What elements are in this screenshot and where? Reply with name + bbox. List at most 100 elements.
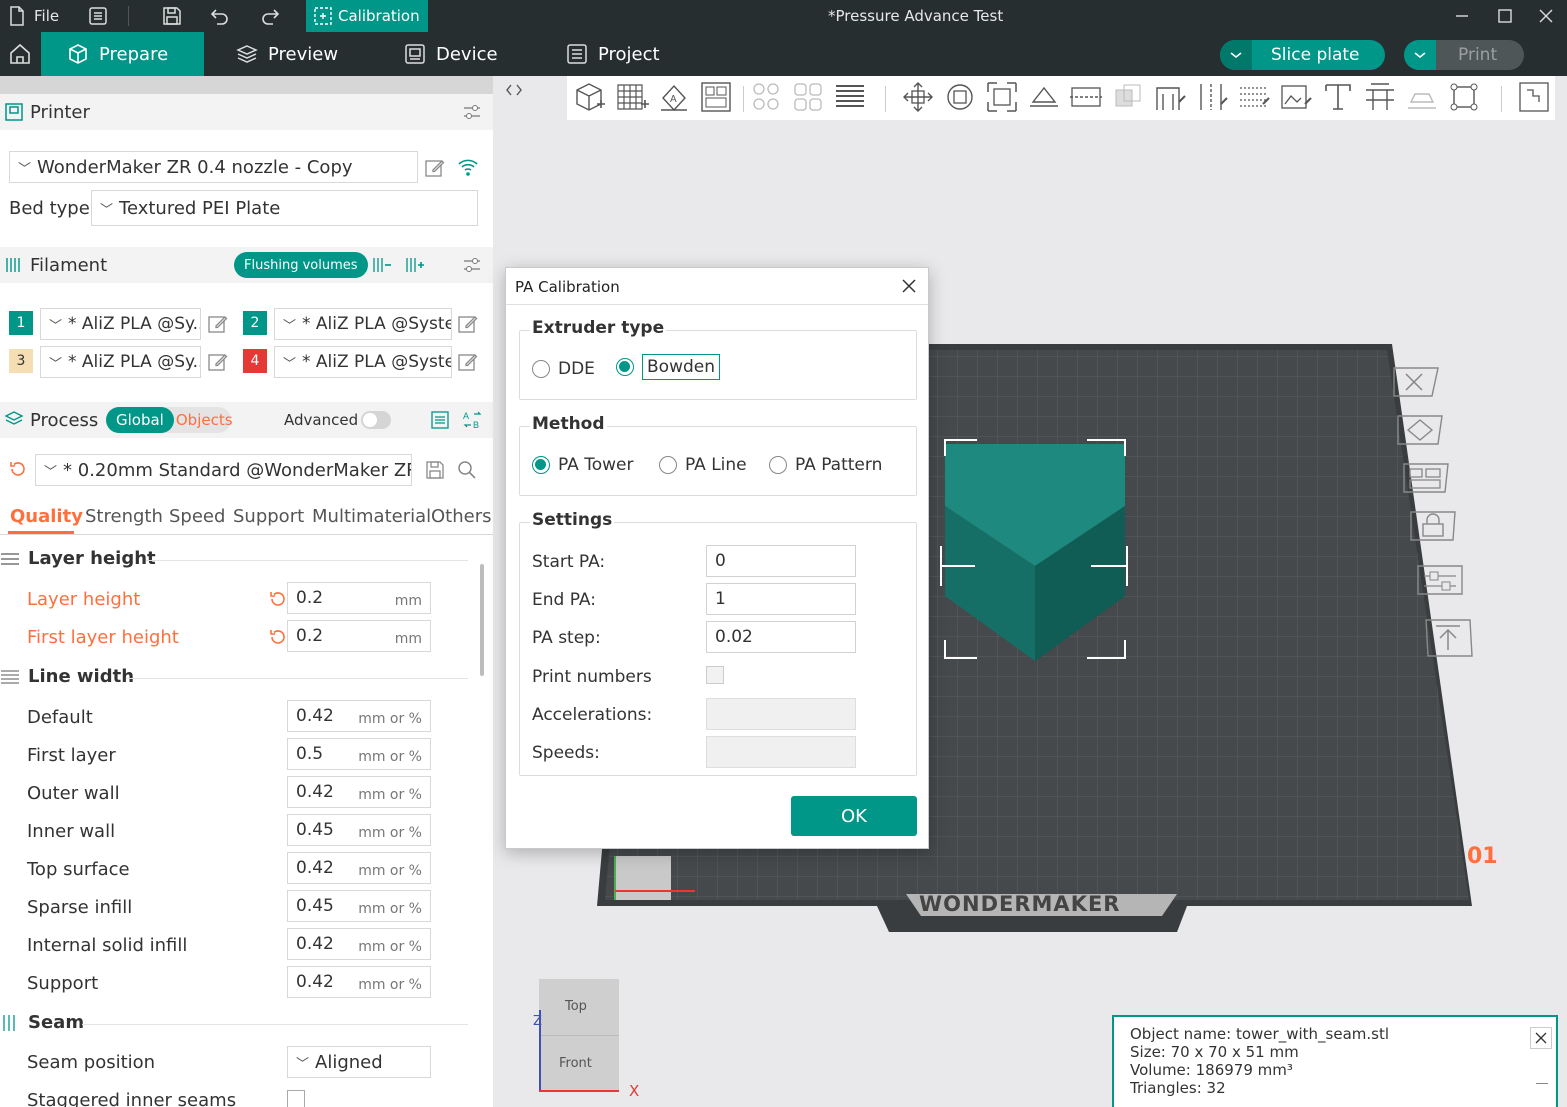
bed-type-select[interactable]: ﹀ Textured PEI Plate xyxy=(91,190,478,226)
add-plate-icon[interactable] xyxy=(615,80,649,114)
line-width-input[interactable]: 0.42 mm or % xyxy=(287,776,431,808)
add-filament-icon[interactable] xyxy=(404,255,426,275)
rotate-icon[interactable] xyxy=(943,80,977,114)
advanced-toggle[interactable] xyxy=(361,411,391,429)
seam-position-select[interactable]: ﹀ Aligned xyxy=(287,1046,431,1078)
filament-select-2[interactable]: ﹀ * AliZ PLA @Syste... xyxy=(274,308,452,340)
edit-icon[interactable] xyxy=(458,352,478,372)
menu-icon[interactable] xyxy=(88,0,108,32)
edit-icon[interactable] xyxy=(425,158,445,178)
close-icon[interactable] xyxy=(901,278,917,294)
remove-filament-icon[interactable] xyxy=(371,255,393,275)
line-width-input[interactable]: 0.42 mm or % xyxy=(287,928,431,960)
view-cube-front-face[interactable]: Front xyxy=(559,1056,592,1071)
reset-icon[interactable] xyxy=(268,627,288,647)
arrange-icon[interactable] xyxy=(1400,460,1452,496)
tab-others[interactable]: Others xyxy=(431,506,492,527)
chevron-down-icon[interactable] xyxy=(1404,40,1436,70)
global-option[interactable]: Global xyxy=(106,407,174,433)
arrange-icon[interactable] xyxy=(699,80,733,114)
radio-pa-tower[interactable]: PA Tower xyxy=(532,455,633,475)
objects-option[interactable]: Objects xyxy=(174,411,233,429)
radio-bowden[interactable]: Bowden xyxy=(616,354,720,380)
search-icon[interactable] xyxy=(457,460,477,480)
text-icon[interactable] xyxy=(1321,80,1355,114)
save-icon[interactable] xyxy=(425,460,445,480)
mesh-boolean-icon[interactable] xyxy=(1111,80,1145,114)
radio-dde[interactable]: DDE xyxy=(532,359,595,379)
support-paint-icon[interactable] xyxy=(1153,80,1187,114)
accelerations-input[interactable] xyxy=(706,698,856,730)
line-width-input[interactable]: 0.42 mm or % xyxy=(287,966,431,998)
line-width-input[interactable]: 0.45 mm or % xyxy=(287,814,431,846)
chevron-down-icon[interactable] xyxy=(1220,40,1252,70)
printer-select[interactable]: ﹀ WonderMaker ZR 0.4 nozzle - Copy xyxy=(9,151,418,183)
list-compare-icon[interactable] xyxy=(430,410,450,430)
tab-strength[interactable]: Strength xyxy=(85,506,163,527)
minimize-icon[interactable] xyxy=(1536,1083,1548,1084)
line-width-input[interactable]: 0.42 mm or % xyxy=(287,852,431,884)
line-width-input[interactable]: 0.42 mm or % xyxy=(287,700,431,732)
measure-icon[interactable] xyxy=(1363,80,1397,114)
minimize-icon[interactable] xyxy=(1454,0,1470,32)
lock-icon[interactable] xyxy=(1407,508,1459,544)
auto-orient-icon[interactable]: A xyxy=(657,80,691,114)
add-object-icon[interactable] xyxy=(573,80,607,114)
view-cube-top-face[interactable]: Top xyxy=(565,999,587,1014)
seam-paint-icon[interactable] xyxy=(1195,80,1229,114)
maximize-icon[interactable] xyxy=(1497,0,1513,32)
undo-icon[interactable] xyxy=(210,0,230,32)
delete-plate-icon[interactable] xyxy=(1390,364,1442,400)
edit-icon[interactable] xyxy=(208,352,228,372)
process-profile-select[interactable]: ﹀ * 0.20mm Standard @WonderMaker ZR xyxy=(35,454,412,486)
slice-plate-button[interactable]: Slice plate xyxy=(1220,40,1385,70)
reset-icon[interactable] xyxy=(268,589,288,609)
tab-speed[interactable]: Speed xyxy=(169,506,225,527)
start-pa-input[interactable]: 0 xyxy=(706,545,856,577)
cut-icon[interactable] xyxy=(1069,80,1103,114)
filament-select-1[interactable]: ﹀ * AliZ PLA @Sy... xyxy=(40,308,201,340)
tab-preview[interactable]: Preview xyxy=(210,32,364,76)
filament-select-3[interactable]: ﹀ * AliZ PLA @Sy... xyxy=(40,346,201,378)
ok-button[interactable]: OK xyxy=(791,796,917,836)
tower-object[interactable] xyxy=(937,436,1137,666)
line-width-input[interactable]: 0.5 mm or % xyxy=(287,738,431,770)
variable-layer-icon[interactable] xyxy=(833,80,867,114)
line-width-input[interactable]: 0.45 mm or % xyxy=(287,890,431,922)
tab-quality[interactable]: Quality xyxy=(10,506,83,527)
scale-icon[interactable] xyxy=(985,80,1019,114)
print-button[interactable]: Print xyxy=(1404,40,1524,70)
layer-height-input[interactable]: 0.2 mm xyxy=(287,582,431,614)
first-layer-height-input[interactable]: 0.2 mm xyxy=(287,620,431,652)
save-icon[interactable] xyxy=(162,0,182,32)
assembly-icon[interactable] xyxy=(1447,80,1481,114)
emboss-icon[interactable] xyxy=(1405,80,1439,114)
fuzzy-skin-icon[interactable] xyxy=(1237,80,1271,114)
file-menu[interactable]: File xyxy=(8,0,59,32)
tab-support[interactable]: Support xyxy=(233,506,304,527)
end-pa-input[interactable]: 1 xyxy=(706,583,856,615)
global-objects-toggle[interactable]: Global Objects xyxy=(106,407,233,433)
settings-sliders-icon[interactable] xyxy=(462,255,482,275)
view-cube[interactable]: Top Front xyxy=(539,979,619,1091)
redo-icon[interactable] xyxy=(260,0,280,32)
scrollbar-thumb[interactable] xyxy=(480,564,484,676)
plate-split-icon[interactable] xyxy=(1517,80,1551,114)
staggered-inner-seams-checkbox[interactable] xyxy=(287,1090,305,1107)
print-numbers-checkbox[interactable] xyxy=(706,666,724,684)
radio-pa-pattern[interactable]: PA Pattern xyxy=(769,455,882,475)
close-window-icon[interactable] xyxy=(1538,0,1554,32)
auto-orient-icon[interactable] xyxy=(1394,412,1446,448)
move-icon[interactable] xyxy=(901,80,935,114)
flushing-volumes-button[interactable]: Flushing volumes xyxy=(234,252,368,278)
lay-on-face-icon[interactable] xyxy=(1027,80,1061,114)
tab-project[interactable]: Project xyxy=(540,32,686,76)
edit-icon[interactable] xyxy=(458,314,478,334)
split-parts-icon[interactable] xyxy=(791,80,825,114)
edit-icon[interactable] xyxy=(208,314,228,334)
speeds-input[interactable] xyxy=(706,736,856,768)
wifi-icon[interactable] xyxy=(457,156,479,178)
filament-select-4[interactable]: ﹀ * AliZ PLA @Syste... xyxy=(274,346,452,378)
tab-multimaterial[interactable]: Multimaterial xyxy=(312,506,431,527)
tab-device[interactable]: Device xyxy=(378,32,524,76)
